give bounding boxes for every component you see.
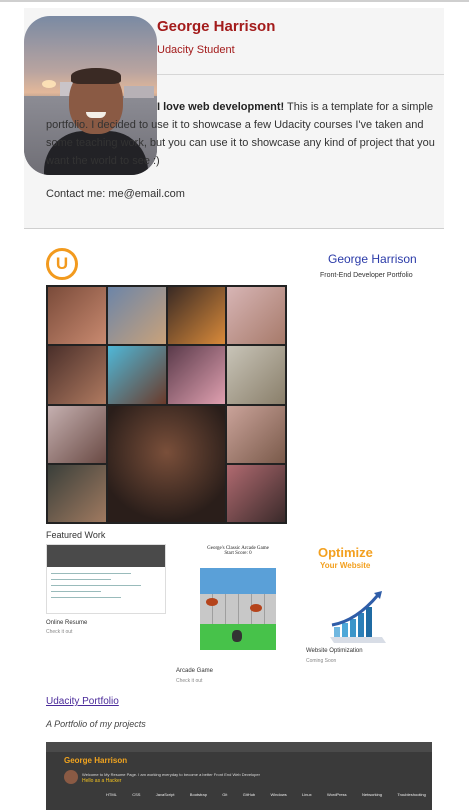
banner-nav-item: CSS <box>132 792 141 797</box>
profile-divider <box>24 228 444 229</box>
featured-work-heading: Featured Work <box>46 530 106 540</box>
top-divider <box>0 0 469 2</box>
optimization-title: Website Optimization <box>306 648 363 654</box>
banner-nav-item: Troubleshooting <box>397 792 426 797</box>
project-preview-image: U George Harrison Front-End Developer Po… <box>40 240 440 690</box>
name-divider <box>157 74 444 75</box>
optimize-subheading: Your Website <box>320 561 371 570</box>
optimization-thumbnail: Optimize Your Website <box>312 545 392 645</box>
preview-name: George Harrison <box>328 252 417 266</box>
contact-line: Contact me: me@email.com <box>46 188 185 200</box>
banner-nav-item: Windows <box>270 792 287 797</box>
growth-chart-icon <box>330 591 386 643</box>
udacity-portfolio-link[interactable]: Udacity Portfolio <box>46 696 119 707</box>
banner-nav-item: GitHub <box>242 792 256 797</box>
portfolio-tagline: A Portfolio of my projects <box>46 719 146 729</box>
resume-preview-image: George Harrison Welcome to My Resume Pag… <box>46 742 432 810</box>
banner-cta: Hello as a Hacker <box>82 778 122 784</box>
arcade-game-thumbnail: George's Classic Arcade Game Start Score:… <box>198 546 278 650</box>
game-score: Start Score: 0 <box>224 551 252 556</box>
optimize-heading: Optimize <box>318 545 373 560</box>
banner-nav-item: HTML <box>106 792 117 797</box>
banner-nav-item: Git <box>222 792 228 797</box>
profile-role: Udacity Student <box>157 44 235 56</box>
banner-nav: HTML CSS JavaScript Bootstrap Git GitHub… <box>106 792 426 800</box>
preview-subtitle: Front-End Developer Portfolio <box>320 272 413 279</box>
resume-link: Check it out <box>46 629 73 635</box>
profile-name: George Harrison <box>157 18 276 35</box>
arcade-title: Arcade Game <box>176 668 214 674</box>
banner-nav-item: WordPress <box>326 792 347 797</box>
bio-lead: I love web development! <box>157 101 285 113</box>
banner-avatar <box>64 770 78 784</box>
banner-nav-item: Bootstrap <box>189 792 207 797</box>
optimization-link: Coming Soon <box>306 658 337 664</box>
arcade-link: Check it out <box>176 678 203 684</box>
banner-name: George Harrison <box>64 756 128 765</box>
banner-greeting: Welcome to My Resume Page. I am working … <box>82 772 260 777</box>
profile-card: George Harrison Udacity Student I love w… <box>24 8 444 228</box>
udacity-logo-icon: U <box>46 248 78 280</box>
profile-bio: I love web development! This is a templa… <box>46 98 442 170</box>
banner-nav-item: Linux <box>302 792 312 797</box>
photo-collage <box>46 285 287 524</box>
banner-nav-item: JavaScript <box>155 792 175 797</box>
resume-thumbnail <box>46 544 166 614</box>
banner-nav-item: Networking <box>361 792 382 797</box>
resume-title: Online Resume <box>46 620 88 626</box>
